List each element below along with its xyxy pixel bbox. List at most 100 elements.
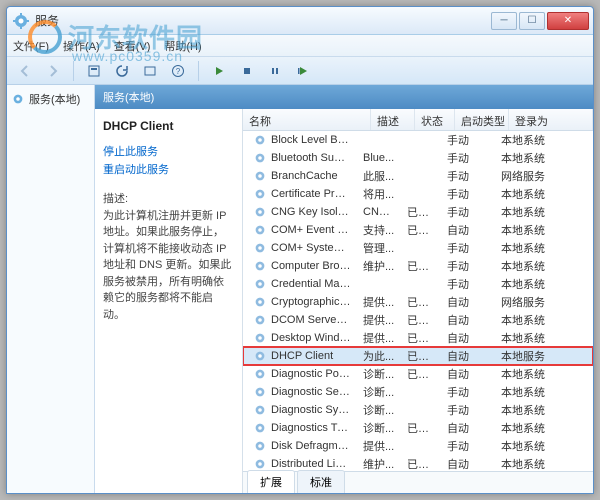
service-logon: 本地系统 <box>495 402 593 418</box>
help-button[interactable]: ? <box>166 60 190 82</box>
toolbar-separator <box>73 61 74 81</box>
service-logon: 本地系统 <box>495 312 593 328</box>
menu-file[interactable]: 文件(F) <box>13 38 49 54</box>
stop-service-button[interactable] <box>235 60 259 82</box>
refresh-button[interactable] <box>110 60 134 82</box>
properties-button[interactable] <box>82 60 106 82</box>
service-row[interactable]: Diagnostic Polic...诊断...已启动自动本地系统 <box>243 365 593 383</box>
service-type: 手动 <box>441 186 495 202</box>
col-type[interactable]: 启动类型 <box>455 109 509 130</box>
service-name: Bluetooth Supp... <box>271 152 351 164</box>
service-row[interactable]: Distributed Link ...维护...已启动自动本地系统 <box>243 455 593 471</box>
service-gear-icon <box>253 421 267 435</box>
export-button[interactable] <box>138 60 162 82</box>
service-logon: 网络服务 <box>495 168 593 184</box>
service-desc: Blue... <box>357 152 401 164</box>
restart-service-button[interactable] <box>291 60 315 82</box>
service-row[interactable]: COM+ Event Sys...支持...已启动自动本地系统 <box>243 221 593 239</box>
local-header: 服务(本地) <box>95 85 593 109</box>
service-row[interactable]: Desktop Windo...提供...已启动自动本地系统 <box>243 329 593 347</box>
col-status[interactable]: 状态 <box>415 109 455 130</box>
service-row[interactable]: Diagnostics Trac...诊断...已启动自动本地系统 <box>243 419 593 437</box>
service-gear-icon <box>253 331 267 345</box>
tab-extended[interactable]: 扩展 <box>247 470 295 493</box>
service-desc: 此服... <box>357 168 401 184</box>
start-service-button[interactable] <box>207 60 231 82</box>
service-type: 自动 <box>441 330 495 346</box>
service-logon: 网络服务 <box>495 294 593 310</box>
service-logon: 本地系统 <box>495 366 593 382</box>
service-type: 手动 <box>441 132 495 148</box>
tree-root-label: 服务(本地) <box>29 91 80 107</box>
service-type: 自动 <box>441 312 495 328</box>
service-gear-icon <box>253 277 267 291</box>
service-gear-icon <box>253 151 267 165</box>
detail-title: DHCP Client <box>103 119 234 133</box>
tree-root-services-local[interactable]: 服务(本地) <box>9 89 92 109</box>
service-row[interactable]: Block Level Back...手动本地系统 <box>243 131 593 149</box>
minimize-button[interactable]: ─ <box>491 12 517 30</box>
service-status: 已启动 <box>401 258 441 274</box>
service-logon: 本地服务 <box>495 348 593 364</box>
service-type: 自动 <box>441 366 495 382</box>
pause-service-button[interactable] <box>263 60 287 82</box>
service-status: 已启动 <box>401 294 441 310</box>
services-app-icon <box>13 13 29 29</box>
service-row[interactable]: Bluetooth Supp...Blue...手动本地系统 <box>243 149 593 167</box>
service-row[interactable]: DCOM Server Pr...提供...已启动自动本地系统 <box>243 311 593 329</box>
toolbar: ? <box>7 57 593 85</box>
service-desc: 诊断... <box>357 420 401 436</box>
service-logon: 本地系统 <box>495 330 593 346</box>
service-list[interactable]: Block Level Back...手动本地系统 Bluetooth Supp.… <box>243 131 593 471</box>
menu-help[interactable]: 帮助(H) <box>164 38 201 54</box>
col-name[interactable]: 名称 <box>243 109 371 130</box>
service-status: 已启动 <box>401 222 441 238</box>
menu-view[interactable]: 查看(V) <box>114 38 151 54</box>
service-gear-icon <box>253 223 267 237</box>
service-gear-icon <box>253 169 267 183</box>
maximize-button[interactable]: ☐ <box>519 12 545 30</box>
service-type: 自动 <box>441 420 495 436</box>
service-status: 已启动 <box>401 348 441 364</box>
service-row[interactable]: Credential Mana...手动本地系统 <box>243 275 593 293</box>
col-desc[interactable]: 描述 <box>371 109 415 130</box>
tree-pane: 服务(本地) <box>7 85 95 493</box>
close-button[interactable]: ✕ <box>547 12 589 30</box>
service-name: COM+ System A... <box>271 242 351 254</box>
service-row[interactable]: CNG Key IsolationCNG...已启动手动本地系统 <box>243 203 593 221</box>
body: 服务(本地) 服务(本地) DHCP Client 停止此服务 重启动此服务 描… <box>7 85 593 493</box>
service-type: 手动 <box>441 402 495 418</box>
service-row[interactable]: Certificate Propa...将用...手动本地系统 <box>243 185 593 203</box>
restart-service-link[interactable]: 重启动此服务 <box>103 161 234 177</box>
menu-action[interactable]: 操作(A) <box>63 38 100 54</box>
service-status: 已启动 <box>401 456 441 471</box>
service-row[interactable]: COM+ System A...管理...手动本地系统 <box>243 239 593 257</box>
service-row[interactable]: Diagnostic Syste...诊断...手动本地系统 <box>243 401 593 419</box>
service-row[interactable]: Computer Brow...维护...已启动手动本地系统 <box>243 257 593 275</box>
service-row[interactable]: BranchCache此服...手动网络服务 <box>243 167 593 185</box>
stop-service-link[interactable]: 停止此服务 <box>103 143 234 159</box>
tab-standard[interactable]: 标准 <box>297 470 345 493</box>
service-logon: 本地系统 <box>495 132 593 148</box>
service-name: Diagnostics Trac... <box>271 422 351 434</box>
service-row[interactable]: DHCP Client为此...已启动自动本地服务 <box>243 347 593 365</box>
service-name: Distributed Link ... <box>271 458 351 470</box>
service-desc: 诊断... <box>357 384 401 400</box>
list-pane: 名称 描述 状态 启动类型 登录为 Block Level Back...手动本… <box>243 109 593 493</box>
service-row[interactable]: Cryptographic S...提供...已启动自动网络服务 <box>243 293 593 311</box>
service-type: 自动 <box>441 456 495 471</box>
service-status: 已启动 <box>401 366 441 382</box>
col-logon[interactable]: 登录为 <box>509 109 593 130</box>
service-name: DCOM Server Pr... <box>271 314 351 326</box>
service-logon: 本地系统 <box>495 222 593 238</box>
service-status: 已启动 <box>401 312 441 328</box>
service-row[interactable]: Disk Defragmen...提供...手动本地系统 <box>243 437 593 455</box>
service-name: Desktop Windo... <box>271 332 351 344</box>
service-gear-icon <box>253 205 267 219</box>
service-gear-icon <box>253 241 267 255</box>
detail-description: 描述: 为此计算机注册并更新 IP 地址。如果此服务停止，计算机将不能接收动态 … <box>103 191 234 323</box>
service-status: 已启动 <box>401 420 441 436</box>
detail-desc-label: 描述: <box>103 191 234 208</box>
service-row[interactable]: Diagnostic Servi...诊断...手动本地系统 <box>243 383 593 401</box>
service-logon: 本地系统 <box>495 204 593 220</box>
